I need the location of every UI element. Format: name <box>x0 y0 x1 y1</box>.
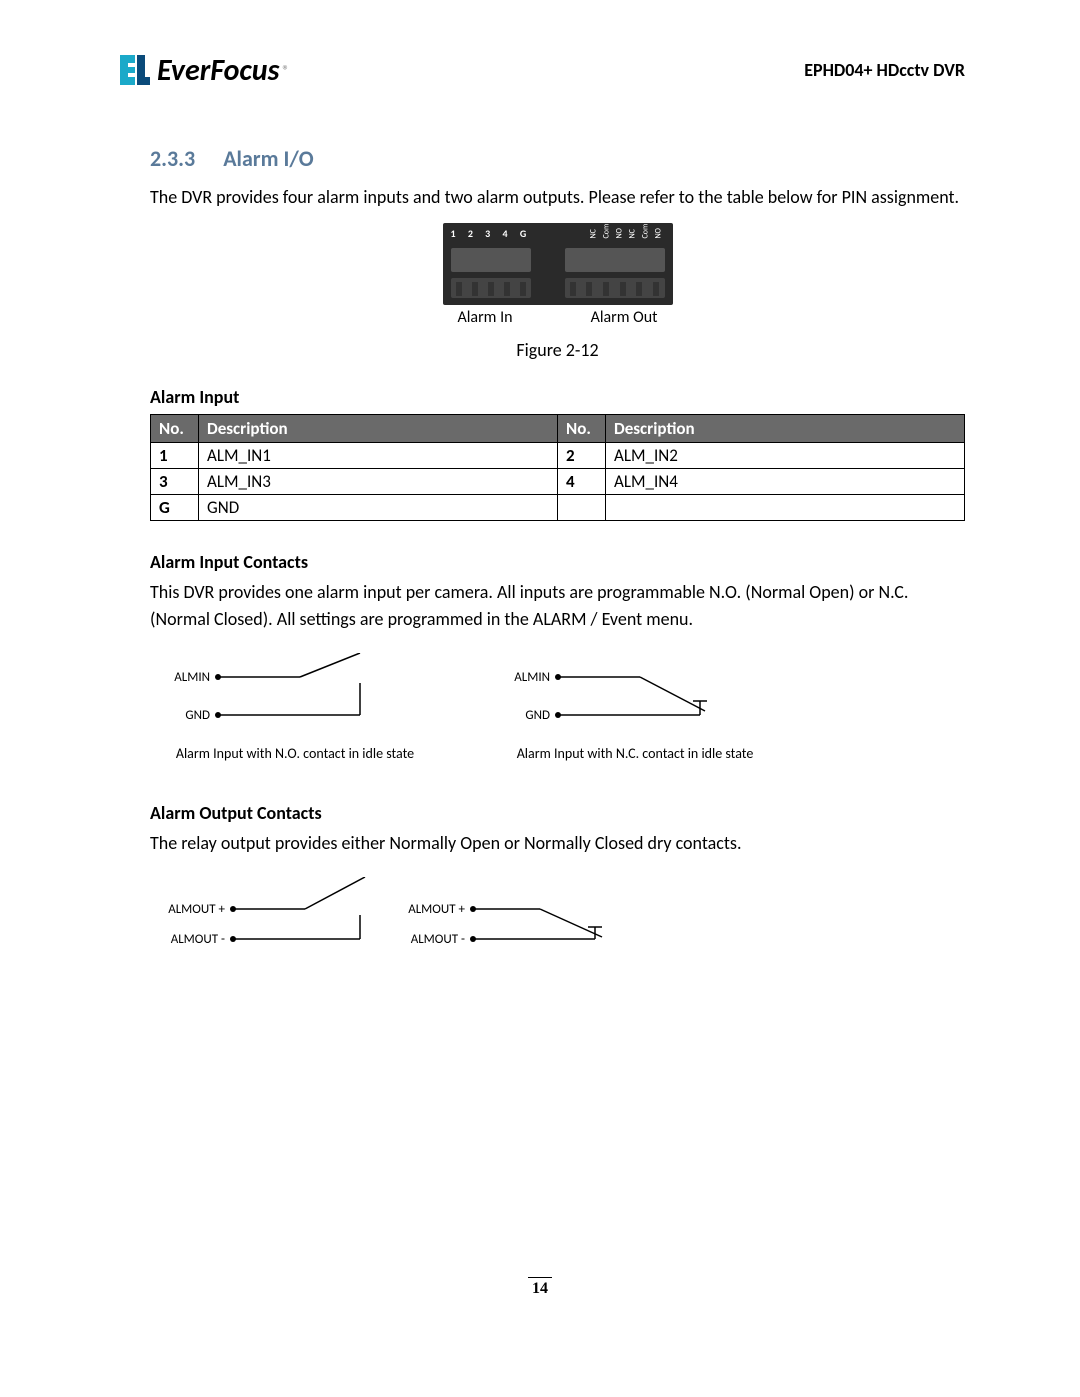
figure-block: 1 2 3 4 G NC Com NO NC Com NO <box>150 223 965 361</box>
almin-label: ALMIN <box>174 670 210 685</box>
table-row: 1 ALM_IN1 2 ALM_IN2 <box>151 443 965 469</box>
everfocus-logo-icon <box>115 50 155 90</box>
product-name: EPHD04+ HDcctv DVR <box>804 59 965 81</box>
logo-registered: ® <box>282 62 289 79</box>
col-desc-1: Description <box>199 415 558 443</box>
diagram-nc-output: ALMOUT + ALMOUT - <box>390 877 620 957</box>
svg-text:ALMIN: ALMIN <box>514 670 550 685</box>
col-no-2: No. <box>558 415 606 443</box>
svg-text:GND: GND <box>525 708 550 723</box>
table-row: 3 ALM_IN3 4 ALM_IN4 <box>151 469 965 495</box>
alarm-input-table: No. Description No. Description 1 ALM_IN… <box>150 414 965 521</box>
alarm-input-contacts-para: This DVR provides one alarm input per ca… <box>150 579 965 633</box>
svg-text:ALMOUT +: ALMOUT + <box>408 902 465 917</box>
gnd-label: GND <box>185 708 210 723</box>
table-row: G GND <box>151 495 965 521</box>
section-intro: The DVR provides four alarm inputs and t… <box>150 184 965 211</box>
svg-text:ALMOUT -: ALMOUT - <box>411 932 465 947</box>
logo: EverFocus ® <box>115 50 290 90</box>
figure-caption: Figure 2-12 <box>150 339 965 361</box>
diagram-nc-caption: Alarm Input with N.C. contact in idle st… <box>490 745 780 762</box>
diagram-no-caption: Alarm Input with N.O. contact in idle st… <box>150 745 440 762</box>
hardware-photo: 1 2 3 4 G NC Com NO NC Com NO <box>443 223 673 305</box>
table-header-row: No. Description No. Description <box>151 415 965 443</box>
section-heading: 2.3.3 Alarm I/O <box>150 145 965 172</box>
logo-text: EverFocus <box>157 52 279 89</box>
alarm-input-contacts-heading: Alarm Input Contacts <box>150 551 965 573</box>
page-header: EverFocus ® EPHD04+ HDcctv DVR <box>115 50 965 90</box>
section-number: 2.3.3 <box>150 145 195 172</box>
pins-left-labels: 1 2 3 4 G <box>451 227 532 240</box>
alarm-output-contacts-para: The relay output provides either Normall… <box>150 830 965 857</box>
alarm-input-heading: Alarm Input <box>150 386 965 408</box>
alarm-output-contacts-heading: Alarm Output Contacts <box>150 802 965 824</box>
page-number: 14 <box>528 1277 552 1298</box>
hardware-sub-labels: Alarm In Alarm Out <box>443 308 673 327</box>
input-diagram-row: ALMIN GND ALMIN GND <box>150 653 965 733</box>
output-diagram-row: ALMOUT + ALMOUT - ALMOUT + ALMOUT - <box>150 877 965 957</box>
svg-text:ALMOUT +: ALMOUT + <box>168 902 225 917</box>
diagram-no-input: ALMIN GND <box>150 653 440 733</box>
section-title: Alarm I/O <box>223 145 313 172</box>
col-no-1: No. <box>151 415 199 443</box>
svg-text:ALMOUT -: ALMOUT - <box>171 932 225 947</box>
alarm-in-label: Alarm In <box>458 308 513 327</box>
diagram-no-output: ALMOUT + ALMOUT - <box>150 877 380 957</box>
alarm-out-label: Alarm Out <box>591 308 658 327</box>
pins-right-labels: NC Com NO NC Com NO <box>590 227 665 240</box>
diagram-nc-input: ALMIN GND <box>490 653 780 733</box>
col-desc-2: Description <box>606 415 965 443</box>
